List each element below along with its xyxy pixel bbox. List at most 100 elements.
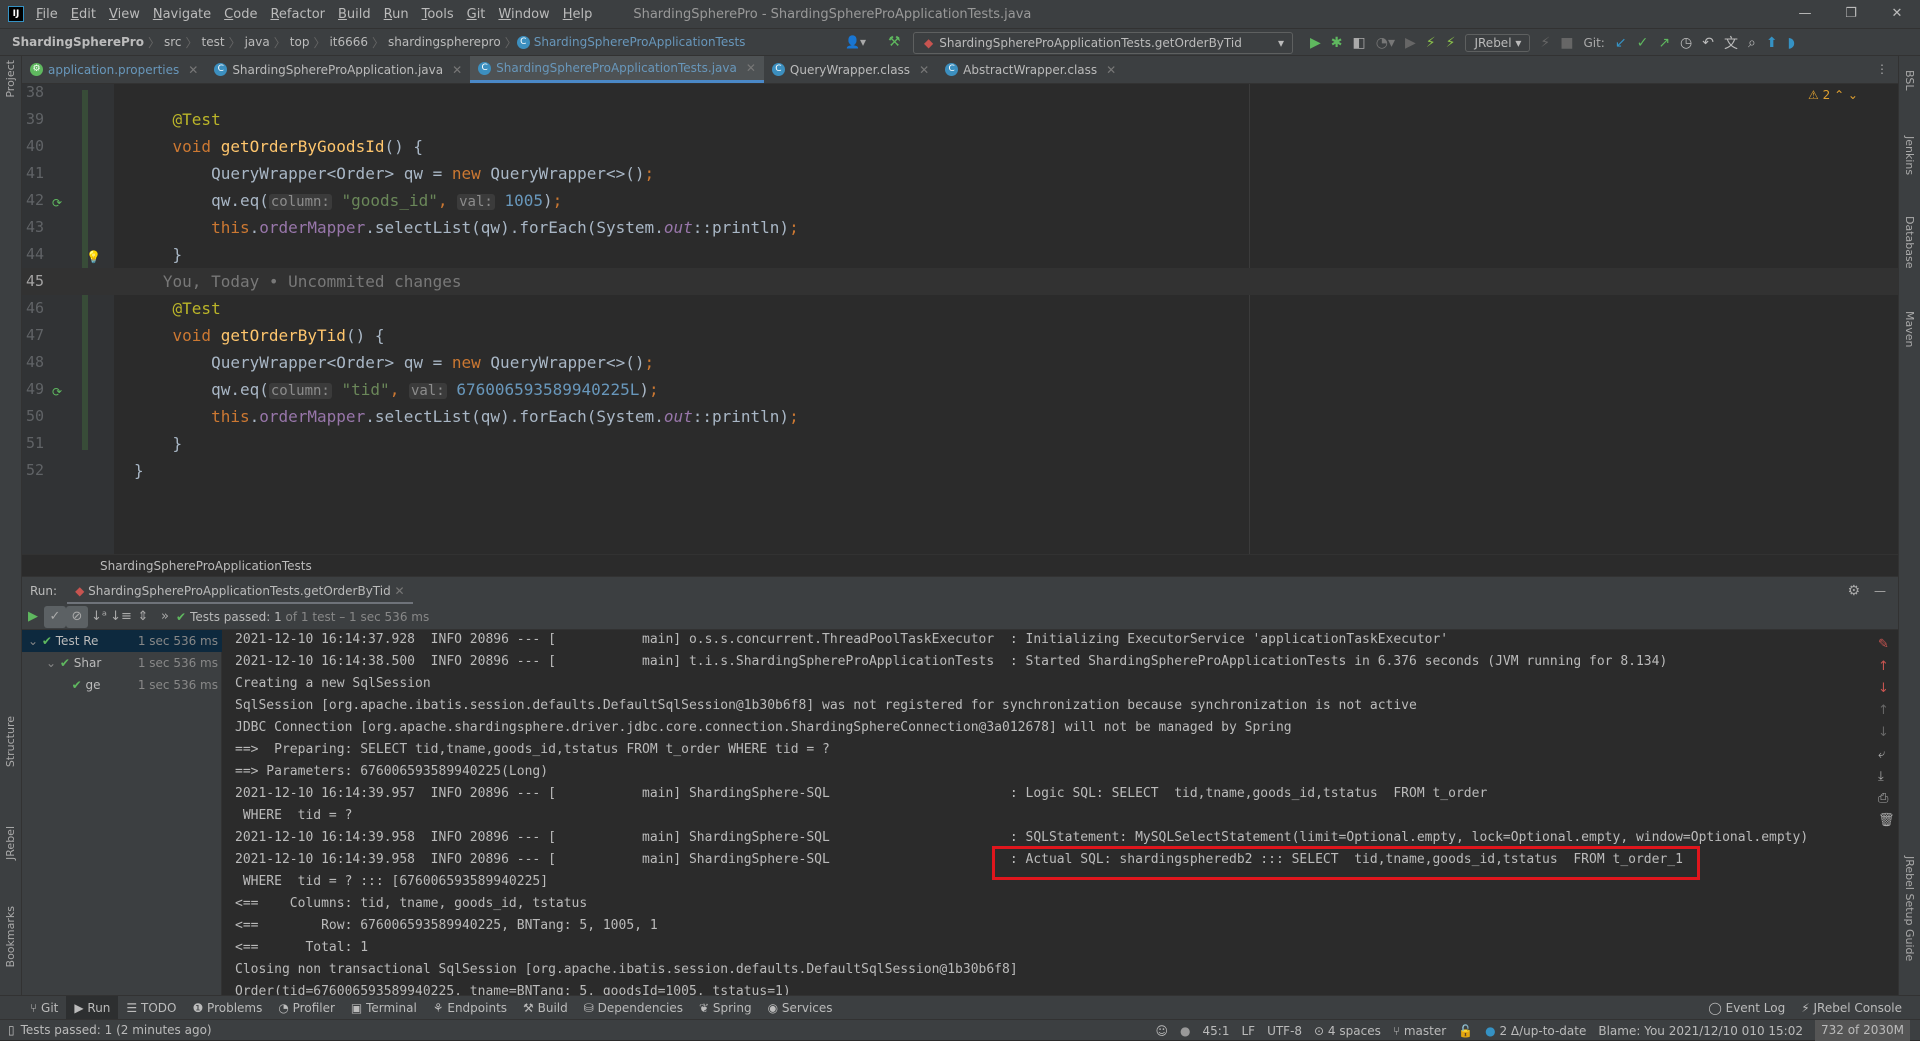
prev-icon[interactable]: ↑	[1878, 700, 1892, 722]
jrebel-debug-icon[interactable]: ⚡	[1446, 35, 1456, 51]
hide-icon[interactable]: —	[1874, 584, 1886, 598]
menu-window[interactable]: Window	[498, 7, 549, 22]
tool-jrebel-console[interactable]: ⚡ JRebel Console	[1793, 996, 1910, 1020]
spacer[interactable]	[22, 678, 72, 692]
run-test-gutter-icon[interactable]: ⟳	[52, 385, 62, 399]
crumb-class[interactable]: ShardingSphereProApplicationTests	[530, 35, 750, 49]
lock-icon[interactable]: 🔓	[1458, 1024, 1473, 1038]
git-commit-icon[interactable]: ✓	[1637, 35, 1649, 51]
code-line[interactable]: 41 QueryWrapper<Order> qw = new QueryWra…	[22, 160, 1898, 187]
tab-application-java[interactable]: C ShardingSphereProApplication.java ✕	[206, 56, 470, 83]
menu-git[interactable]: Git	[467, 7, 486, 22]
soft-wrap-icon[interactable]: ⤶	[1878, 744, 1892, 766]
run-configuration-select[interactable]: ◆ ShardingSphereProApplicationTests.getO…	[913, 32, 1293, 54]
file-encoding[interactable]: UTF-8	[1267, 1024, 1302, 1038]
caret-position[interactable]: 45:1	[1203, 1024, 1230, 1038]
blame-info[interactable]: Blame: You 2021/12/10 010 15:02	[1598, 1024, 1803, 1038]
tool-dependencies[interactable]: ⛁ Dependencies	[576, 996, 691, 1020]
minimize-icon[interactable]: —	[1782, 0, 1828, 28]
tool-build[interactable]: ⚒ Build	[515, 996, 576, 1020]
code-line[interactable]: 43 this.orderMapper.selectList(qw).forEa…	[22, 214, 1898, 241]
history-icon[interactable]: ◷	[1680, 35, 1692, 51]
bsl-tool-button[interactable]: BSL	[1903, 70, 1916, 90]
crumb-src[interactable]: src	[160, 35, 186, 49]
menu-build[interactable]: Build	[338, 7, 371, 22]
show-passed-icon[interactable]: ✓	[44, 605, 66, 628]
code-line[interactable]: 42 qw.eq(column: "goods_id", val: 1005);	[22, 187, 1898, 214]
tool-services[interactable]: ◉ Services	[760, 996, 841, 1020]
menu-help[interactable]: Help	[563, 7, 593, 22]
up-icon[interactable]: ↑	[1878, 656, 1892, 678]
next-icon[interactable]: ↓	[1878, 722, 1892, 744]
code-line[interactable]: 44 }	[22, 241, 1898, 268]
crumb-java[interactable]: java	[241, 35, 274, 49]
tool-endpoints[interactable]: ⚘ Endpoints	[425, 996, 515, 1020]
tab-application-tests-java[interactable]: C ShardingSphereProApplicationTests.java ✕	[470, 56, 764, 83]
rerun-icon[interactable]: ▶	[22, 606, 44, 628]
tab-application-properties[interactable]: ⚙ application.properties ✕	[22, 56, 206, 83]
menu-navigate[interactable]: Navigate	[153, 7, 211, 22]
database-tool-button[interactable]: Database	[1903, 216, 1916, 269]
editor-breadcrumb[interactable]: ShardingSphereProApplicationTests	[22, 554, 1898, 576]
chevron-down-icon[interactable]: ⌄	[22, 656, 60, 670]
restore-icon[interactable]: ❐	[1828, 0, 1874, 28]
test-tree-row[interactable]: ⌄ ✔ Shar 1 sec 536 ms	[22, 652, 222, 674]
test-tree-row[interactable]: ⌄ ✔ Test Re 1 sec 536 ms	[22, 630, 222, 652]
run-test-gutter-icon[interactable]: ⟳	[52, 196, 62, 210]
indent-setting[interactable]: ⊙ 4 spaces	[1314, 1024, 1381, 1038]
crumb-project[interactable]: ShardingSpherePro	[8, 35, 148, 49]
jrebel-select[interactable]: JRebel ▾	[1465, 34, 1531, 52]
menu-view[interactable]: View	[109, 7, 140, 22]
lightbulb-icon[interactable]: 💡	[86, 250, 101, 264]
tool-todo[interactable]: ☰ TODO	[118, 996, 184, 1020]
tab-abstractwrapper-class[interactable]: C AbstractWrapper.class ✕	[937, 56, 1124, 83]
crumb-package[interactable]: shardingspherepro	[384, 35, 505, 49]
console-output[interactable]: 2021-12-10 16:14:37.928 INFO 20896 --- […	[222, 630, 1872, 995]
code-editor[interactable]: 38 39 @Test 40 void getOrderByGoodsId() {4…	[22, 84, 1898, 554]
search-icon[interactable]: ⌕	[1748, 35, 1756, 51]
update-icon[interactable]: ⬆	[1766, 35, 1778, 51]
tool-event-log[interactable]: ◯ Event Log	[1700, 996, 1793, 1020]
scroll-end-icon[interactable]: ⤓	[1878, 766, 1892, 788]
code-line[interactable]: 46 @Test	[22, 295, 1898, 322]
chevron-down-icon[interactable]: ⌄	[22, 634, 42, 648]
menu-tools[interactable]: Tools	[422, 7, 454, 22]
close-tab-icon[interactable]: ✕	[188, 63, 198, 77]
git-branch[interactable]: ⑂ master	[1393, 1024, 1446, 1038]
rollback-icon[interactable]: ↶	[1702, 35, 1714, 51]
code-line[interactable]: 50 this.orderMapper.selectList(qw).forEa…	[22, 403, 1898, 430]
code-line[interactable]: 49 qw.eq(column: "tid", val: 67600659358…	[22, 376, 1898, 403]
code-line[interactable]: 47 void getOrderByTid() {	[22, 322, 1898, 349]
maven-tool-button[interactable]: Maven	[1903, 311, 1916, 347]
code-line[interactable]: 51 }	[22, 430, 1898, 457]
expand-all-icon[interactable]: ⇕	[132, 606, 154, 628]
stop-icon[interactable]: ■	[1560, 35, 1573, 51]
translate-icon[interactable]: 文	[1724, 33, 1738, 53]
menu-code[interactable]: Code	[224, 7, 257, 22]
run-tab[interactable]: ◆ ShardingSphereProApplicationTests.getO…	[67, 577, 413, 605]
tool-git[interactable]: ⑂ Git	[22, 996, 66, 1020]
jenkins-tool-button[interactable]: Jenkins	[1903, 136, 1916, 175]
close-tab-icon[interactable]: ✕	[1106, 63, 1116, 77]
code-line[interactable]: 48 QueryWrapper<Order> qw = new QueryWra…	[22, 349, 1898, 376]
bookmarks-tool-button[interactable]: Bookmarks	[4, 906, 17, 967]
tool-terminal[interactable]: ▣ Terminal	[343, 996, 425, 1020]
close-icon[interactable]: ✕	[1874, 0, 1920, 28]
memory-usage[interactable]: 732 of 2030M	[1815, 1020, 1910, 1041]
tool-problems[interactable]: ❶ Problems	[184, 996, 270, 1020]
profile-icon[interactable]: ◔▾	[1376, 35, 1395, 51]
crumb-test[interactable]: test	[198, 35, 229, 49]
run-icon[interactable]: ▶	[1310, 35, 1321, 51]
debug-icon[interactable]: ✱	[1331, 35, 1343, 51]
sort-duration-icon[interactable]: ↓≡	[110, 606, 132, 628]
structure-tool-button[interactable]: Structure	[4, 716, 17, 767]
menu-run[interactable]: Run	[384, 7, 409, 22]
trash-icon[interactable]: 🗑	[1878, 810, 1895, 832]
close-tab-icon[interactable]: ✕	[746, 61, 756, 75]
code-line[interactable]: 52}	[22, 457, 1898, 484]
memory-indicator-icon[interactable]: ☺	[1156, 1024, 1169, 1038]
close-tab-icon[interactable]: ✕	[452, 63, 462, 77]
more-tabs-icon[interactable]: ⋮	[1876, 62, 1888, 76]
line-separator[interactable]: LF	[1241, 1024, 1255, 1038]
git-push-icon[interactable]: ↗	[1658, 35, 1670, 51]
